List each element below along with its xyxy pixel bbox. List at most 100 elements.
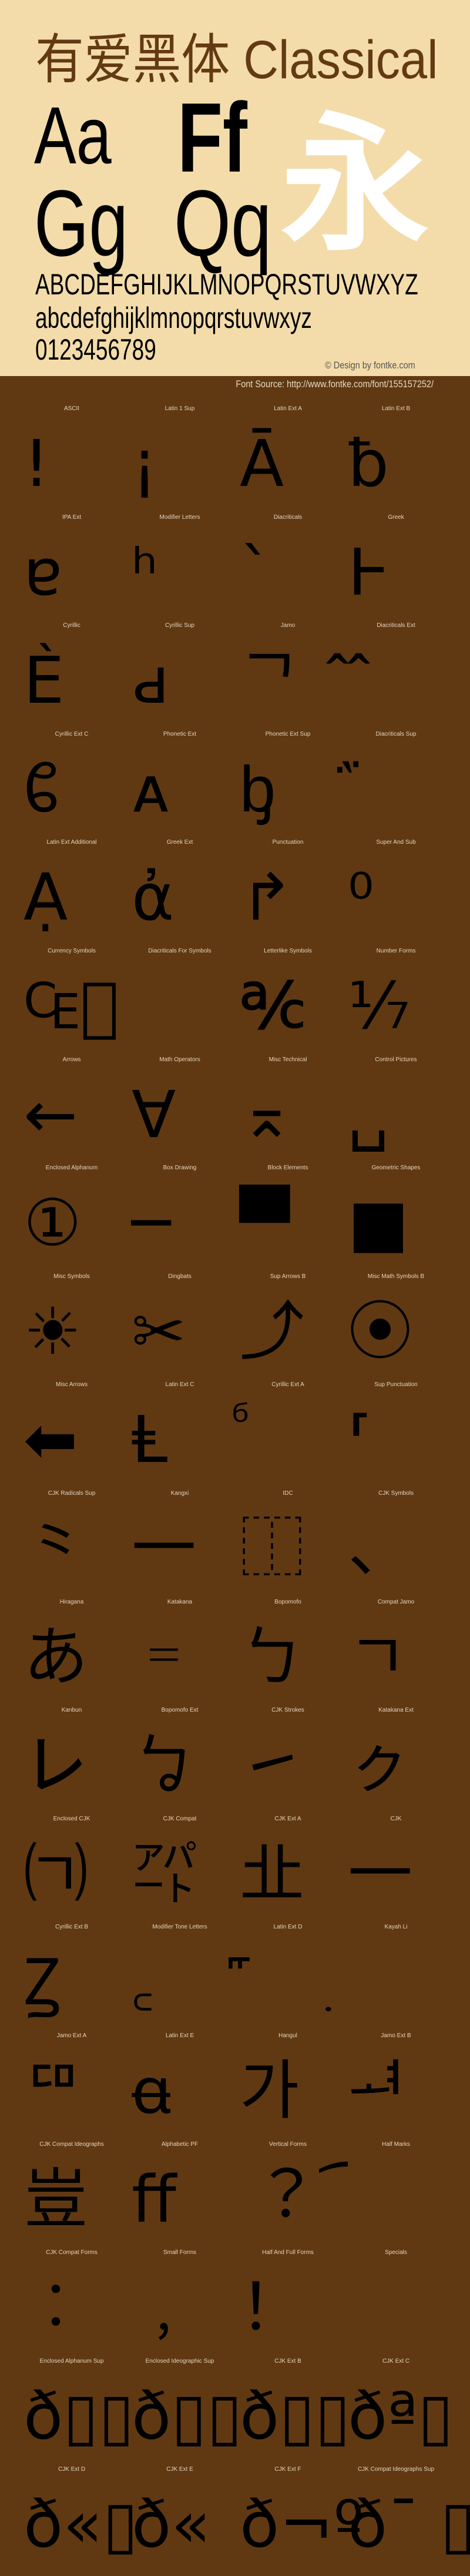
block-sample-glyph: ⼀ bbox=[132, 1511, 196, 1586]
block-sample-glyph: ︰ bbox=[24, 2270, 88, 2346]
block-label: CJK Radicals Sup bbox=[48, 1490, 96, 1497]
block-label: IPA Ext bbox=[62, 514, 82, 521]
block-sample-glyph: 가 bbox=[240, 2053, 300, 2128]
block-label: Enclosed Alphanum Sup bbox=[39, 2357, 104, 2364]
block-label: CJK Compat bbox=[163, 1815, 197, 1822]
block-cell: Diacriticals ` bbox=[234, 514, 342, 622]
block-cell: Latin Ext A Ā bbox=[234, 405, 342, 514]
block-sample-glyph: ð¯ ▯ bbox=[348, 2487, 470, 2562]
block-label: Misc Arrows bbox=[56, 1381, 88, 1388]
block-cell: Katakana Ext ㇰ bbox=[342, 1707, 450, 1815]
block-sample-glyph: ! bbox=[24, 426, 50, 501]
block-cell: CJK Ext B ð▯▯ bbox=[234, 2358, 350, 2466]
block-cell: Diacriticals Sup᷀ bbox=[342, 731, 450, 839]
block-label: Specials bbox=[385, 2249, 407, 2256]
block-cell: Alphabetic PF ﬀ bbox=[126, 2141, 234, 2249]
block-sample-glyph: ℀ bbox=[240, 968, 306, 1044]
block-label: Cyrillic Ext B bbox=[55, 1924, 89, 1931]
block-sample-glyph: ᄀ bbox=[240, 643, 300, 719]
block-sample-glyph: 豈 bbox=[24, 2161, 88, 2237]
block-label: Bopomofo Ext bbox=[161, 1707, 199, 1714]
block-label: CJK Symbols bbox=[378, 1490, 414, 1497]
block-label: Punctuation bbox=[272, 839, 304, 846]
font-title: 有爱黑体 Classical bbox=[35, 30, 438, 90]
block-sample-glyph: ！ bbox=[240, 2270, 304, 2346]
block-sample-glyph: ㈀ bbox=[24, 1836, 88, 1911]
block-cell: CJK Compat Ideographs 豈 bbox=[18, 2141, 126, 2249]
block-sample-glyph: ↱ bbox=[240, 860, 294, 935]
block-cell: Currency Symbols ₠⃝ bbox=[18, 948, 126, 1056]
block-label: CJK Strokes bbox=[271, 1707, 304, 1714]
block-sample-glyph: ︖ bbox=[240, 2161, 304, 2237]
block-cell: Latin Ext C Ⱡ bbox=[126, 1381, 234, 1490]
block-cell: ASCII! bbox=[18, 405, 126, 514]
block-sample-glyph: Ͱ bbox=[348, 534, 390, 610]
block-cell: Punctuation ↱ bbox=[234, 839, 342, 947]
block-cell: Arrows ← bbox=[18, 1056, 126, 1165]
block-sample-glyph: Ꙁ bbox=[24, 1944, 61, 2020]
block-label: CJK Compat Forms bbox=[46, 2249, 98, 2256]
block-label: Kangxi bbox=[170, 1490, 189, 1497]
block-sample-glyph: ■ bbox=[348, 1185, 409, 1261]
sample-gg: Gg bbox=[34, 170, 129, 276]
specimen-header: 有爱黑体 Classical Aa Ff Gg Qq 永 ABCDEFGHIJK… bbox=[0, 0, 470, 376]
block-cell: Geometric Shapes ■ bbox=[342, 1165, 450, 1273]
block-label: CJK Ext F bbox=[274, 2466, 301, 2473]
block-label: Letterlike Symbols bbox=[264, 948, 312, 954]
block-cell: Sup Punctuation ⸢ bbox=[342, 1381, 450, 1490]
block-cell: CJK Symbols 、 bbox=[342, 1490, 450, 1598]
block-label: Vertical Forms bbox=[269, 2141, 307, 2148]
block-cell: Sup Arrows B ⤴ bbox=[234, 1273, 342, 1381]
block-label: Latin Ext D bbox=[273, 1924, 303, 1931]
block-cell: IDC ⿰ bbox=[234, 1490, 342, 1598]
block-cell: Bopomofo ㄅ bbox=[234, 1599, 342, 1707]
block-label: Dingbats bbox=[168, 1273, 192, 1280]
block-sample-glyph: ð«▯ bbox=[24, 2487, 139, 2562]
block-label: Latin Ext E bbox=[165, 2032, 194, 2039]
block-label: Kayah Li bbox=[384, 1924, 408, 1931]
block-label: Jamo Ext A bbox=[56, 2032, 87, 2039]
block-cell: Enclosed Ideographic Sup ð▯▯ bbox=[126, 2358, 242, 2466]
block-sample-glyph: ✂ bbox=[132, 1293, 186, 1369]
block-sample-glyph: ʰ bbox=[132, 534, 158, 610]
block-cell: Block Elements ▀ bbox=[234, 1165, 342, 1273]
block-sample-glyph: ᶀ bbox=[240, 751, 276, 827]
block-label: Number Forms bbox=[376, 948, 416, 954]
block-label: Greek Ext bbox=[166, 839, 193, 846]
block-label: Enclosed CJK bbox=[53, 1815, 90, 1822]
block-label: Compat Jamo bbox=[377, 1598, 415, 1605]
block-cell: Letterlike Symbols ℀ bbox=[234, 948, 342, 1056]
block-label: Phonetic Ext bbox=[163, 730, 197, 737]
block-sample-glyph: ﹐ bbox=[132, 2270, 196, 2346]
block-cell: Jamo Ext B ힰ bbox=[342, 2032, 450, 2141]
block-sample-glyph: ð▯▯ bbox=[132, 2378, 243, 2454]
block-label: Small Forms bbox=[163, 2249, 197, 2256]
block-label: Half Marks bbox=[382, 2141, 410, 2148]
block-label: Block Elements bbox=[267, 1165, 308, 1172]
block-label: CJK Compat Ideographs Sup bbox=[357, 2466, 435, 2473]
block-label: Box Drawing bbox=[163, 1165, 197, 1172]
block-cell: Enclosed Alphanum ① bbox=[18, 1165, 126, 1273]
block-label: Bopomofo bbox=[274, 1598, 301, 1605]
block-sample-glyph: ⬅ bbox=[24, 1402, 78, 1478]
block-cell: Super And Sub ⁰ bbox=[342, 839, 450, 947]
block-sample-glyph: Ạ bbox=[24, 860, 68, 935]
block-label: Diacriticals For Symbols bbox=[148, 948, 212, 954]
block-label: Cyrillic Ext C bbox=[55, 730, 89, 737]
block-cell: Misc Symbols ☀ bbox=[18, 1273, 126, 1381]
block-label: Hangul bbox=[278, 2032, 297, 2039]
block-label: Katakana Ext bbox=[378, 1707, 414, 1714]
block-cell: CJK Compat ㌀ bbox=[126, 1816, 234, 1924]
block-label: CJK Ext E bbox=[166, 2466, 193, 2473]
block-cell: CJK Ext A 㐀 bbox=[234, 1816, 342, 1924]
block-cell: Small Forms ﹐ bbox=[126, 2249, 234, 2357]
copyright: © Design by fontke.com bbox=[325, 360, 415, 371]
block-label: Diacriticals bbox=[273, 514, 303, 521]
block-cell: Cyrillic Ѐ bbox=[18, 622, 126, 730]
block-sample-glyph: ㆑ bbox=[24, 1728, 88, 1803]
block-sample-glyph: ① bbox=[24, 1185, 82, 1261]
block-cell: Kanbun ㆑ bbox=[18, 1707, 126, 1815]
block-cell: Cyrillic Ext Aⷠ bbox=[234, 1381, 342, 1490]
lowercase-alphabet: abcdefghijklmnopqrstuvwxyz bbox=[35, 301, 312, 334]
block-sample-glyph: ␣ bbox=[348, 1076, 389, 1152]
